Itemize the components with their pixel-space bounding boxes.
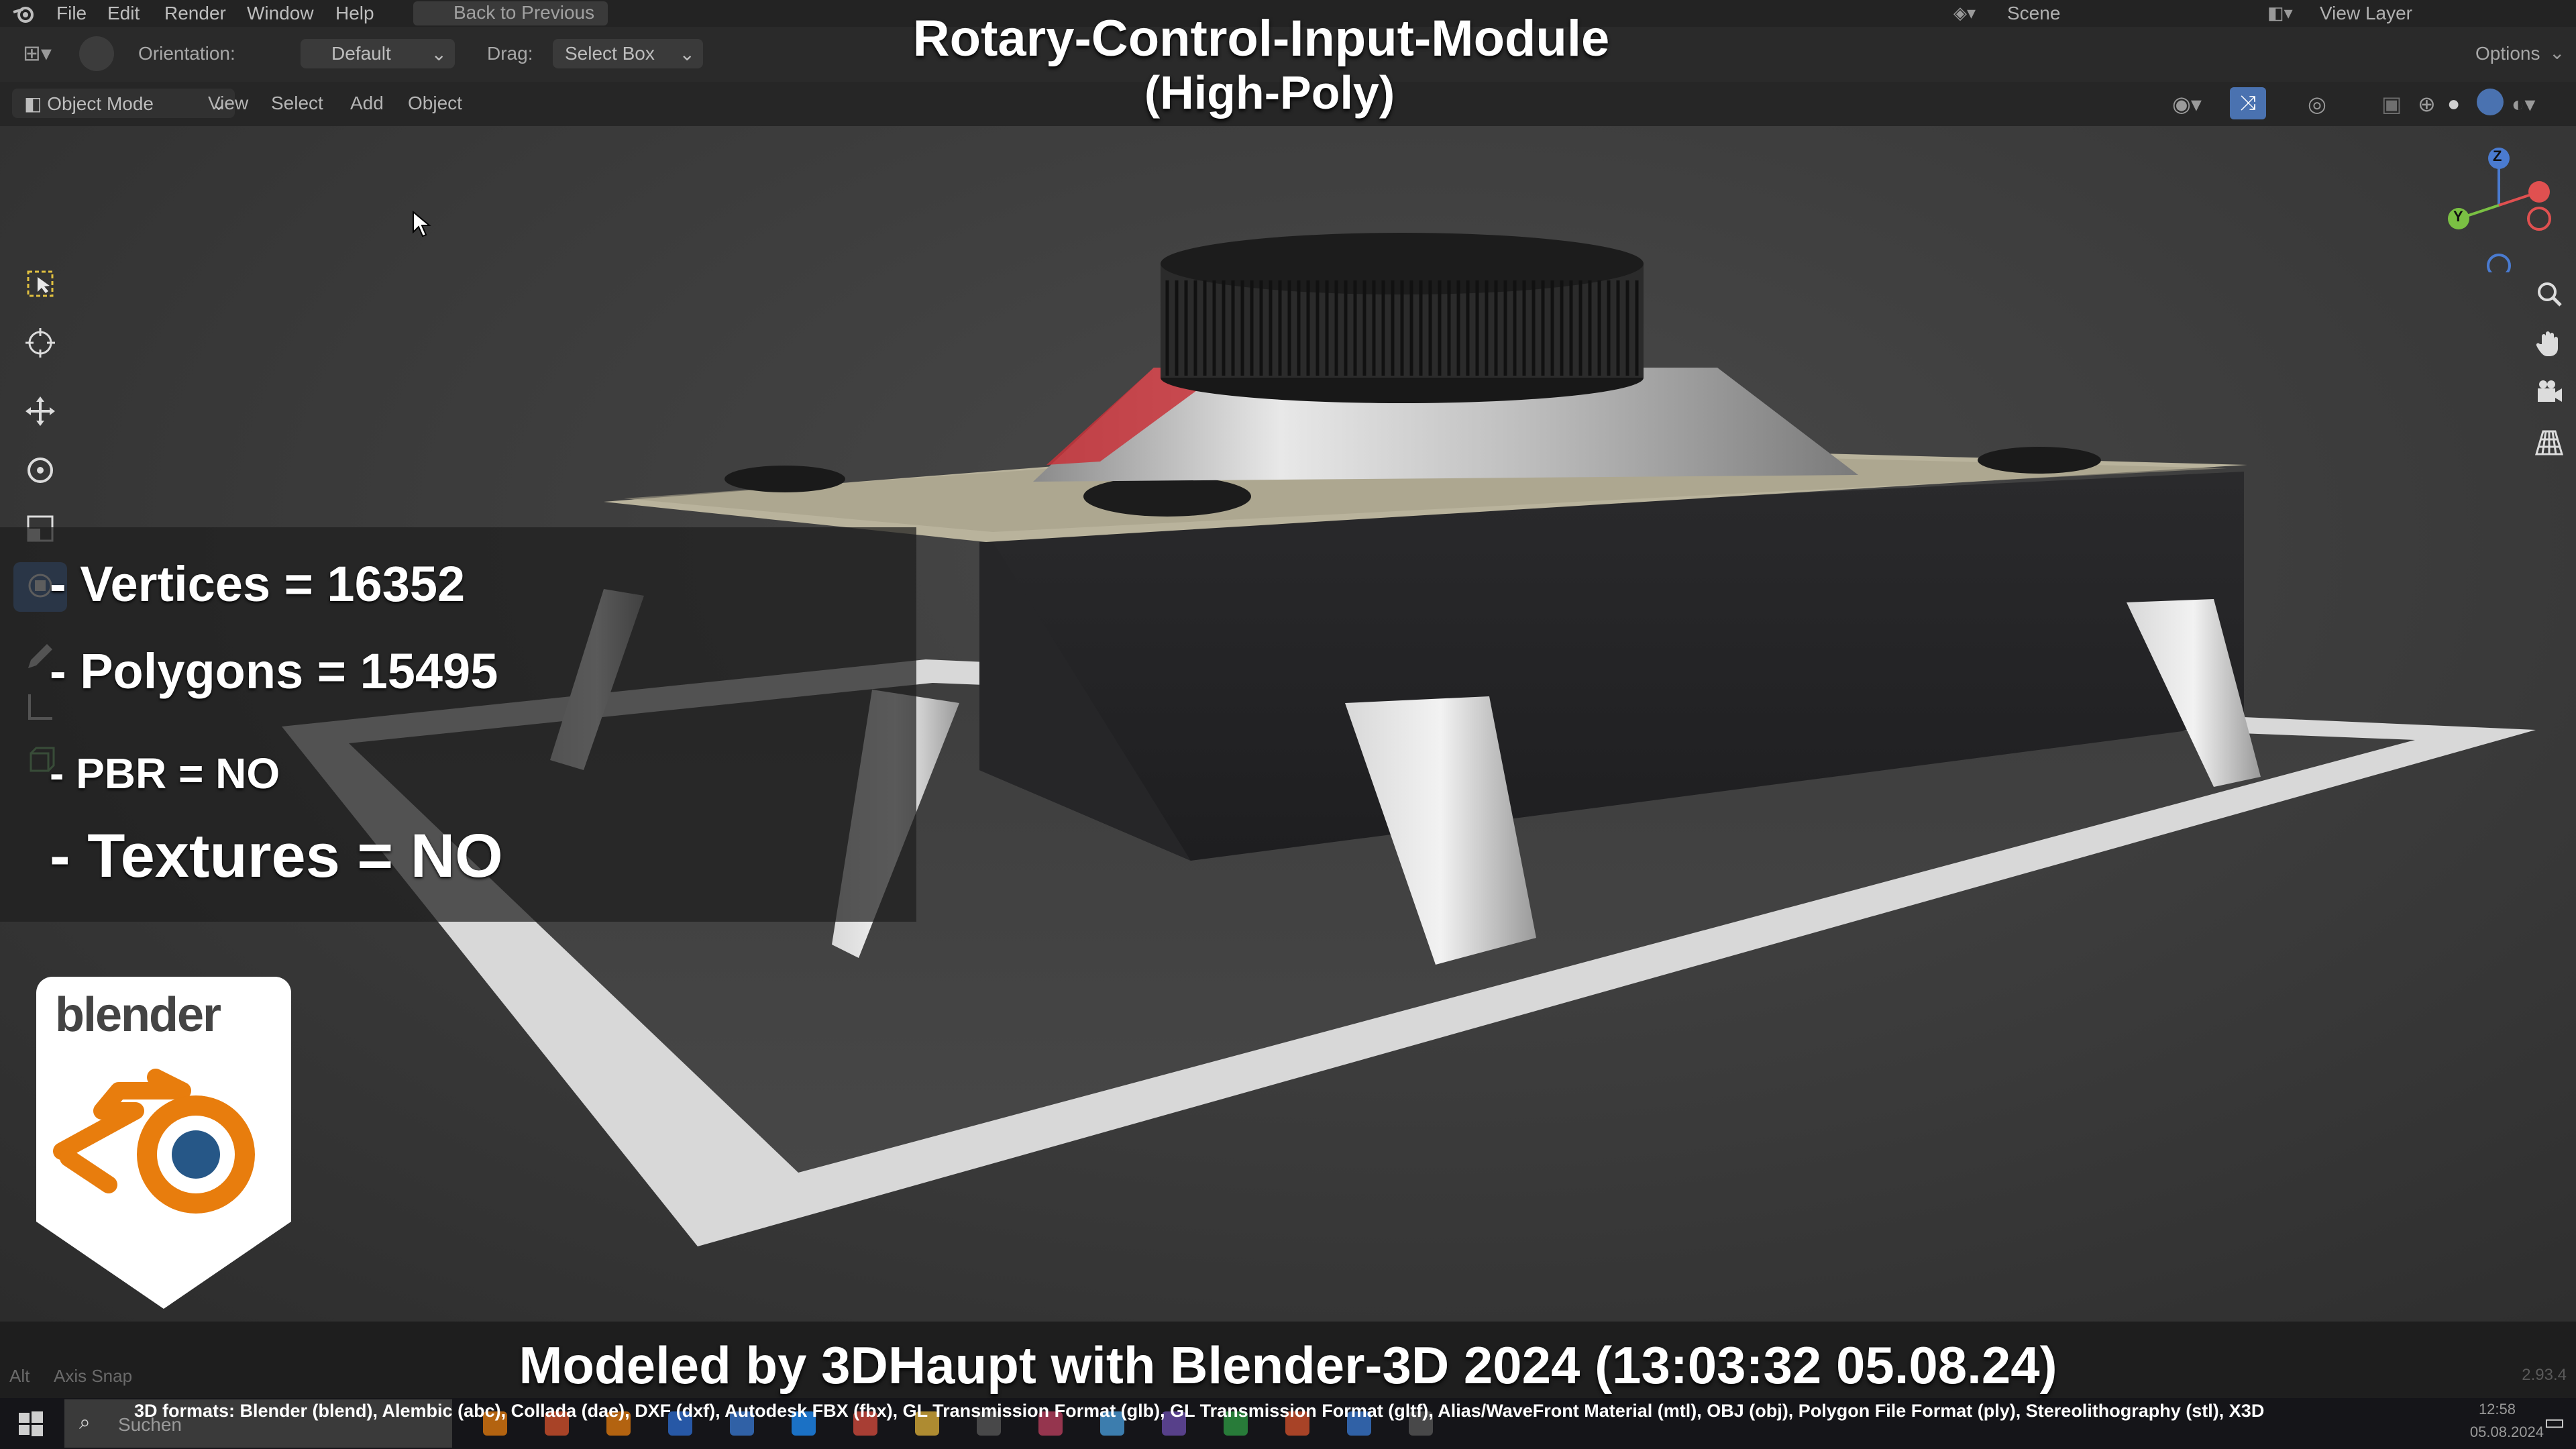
pan-button[interactable] xyxy=(2529,325,2569,365)
gizmo-y-label: Y xyxy=(2453,208,2463,225)
formats-line: 3D formats: Blender (blend), Alembic (ab… xyxy=(134,1401,2265,1421)
cursor-crosshair-icon xyxy=(23,325,58,364)
stat-polygons: - Polygons = 15495 xyxy=(50,643,498,699)
blender-logo: blender xyxy=(36,977,291,1309)
video-subtitle: (High-Poly) xyxy=(1144,66,1395,119)
chevron-down-icon: ⌄ xyxy=(2549,42,2565,63)
camera-icon xyxy=(2534,378,2565,412)
cursor-tool[interactable] xyxy=(13,319,67,369)
camera-view-button[interactable] xyxy=(2529,374,2569,415)
stat-textures: - Textures = NO xyxy=(50,822,503,890)
grid-icon xyxy=(2534,427,2565,462)
hand-icon xyxy=(2534,328,2565,362)
navigation-gizmo[interactable]: Z Y xyxy=(2428,138,2563,278)
mouse-cursor-icon xyxy=(412,210,432,241)
zoom-button[interactable] xyxy=(2529,275,2569,315)
windows-start-icon[interactable] xyxy=(17,1410,44,1440)
rotate-tool[interactable] xyxy=(13,447,67,496)
credit-line: Modeled by 3DHaupt with Blender-3D 2024 … xyxy=(519,1336,2057,1395)
magnifier-icon xyxy=(2534,278,2565,313)
video-title: Rotary-Control-Input-Module xyxy=(912,10,1610,67)
gizmo-z-label: Z xyxy=(2493,148,2502,164)
stat-vertices: - Vertices = 16352 xyxy=(50,556,466,612)
stat-pbr: - PBR = NO xyxy=(50,749,280,798)
rotate-icon xyxy=(23,453,58,491)
select-box-tool[interactable] xyxy=(13,260,67,310)
notification-icon[interactable]: ▭ xyxy=(2544,1409,2565,1436)
move-tool[interactable] xyxy=(13,388,67,437)
search-icon: ⌕ xyxy=(79,1411,91,1434)
move-arrows-icon xyxy=(23,394,58,432)
select-box-icon xyxy=(23,266,58,305)
taskbar-time: 12:58 xyxy=(2478,1401,2516,1417)
perspective-toggle-button[interactable] xyxy=(2529,424,2569,464)
taskbar-date: 05.08.2024 xyxy=(2469,1424,2544,1440)
blender-logo-text: blender xyxy=(55,988,221,1042)
